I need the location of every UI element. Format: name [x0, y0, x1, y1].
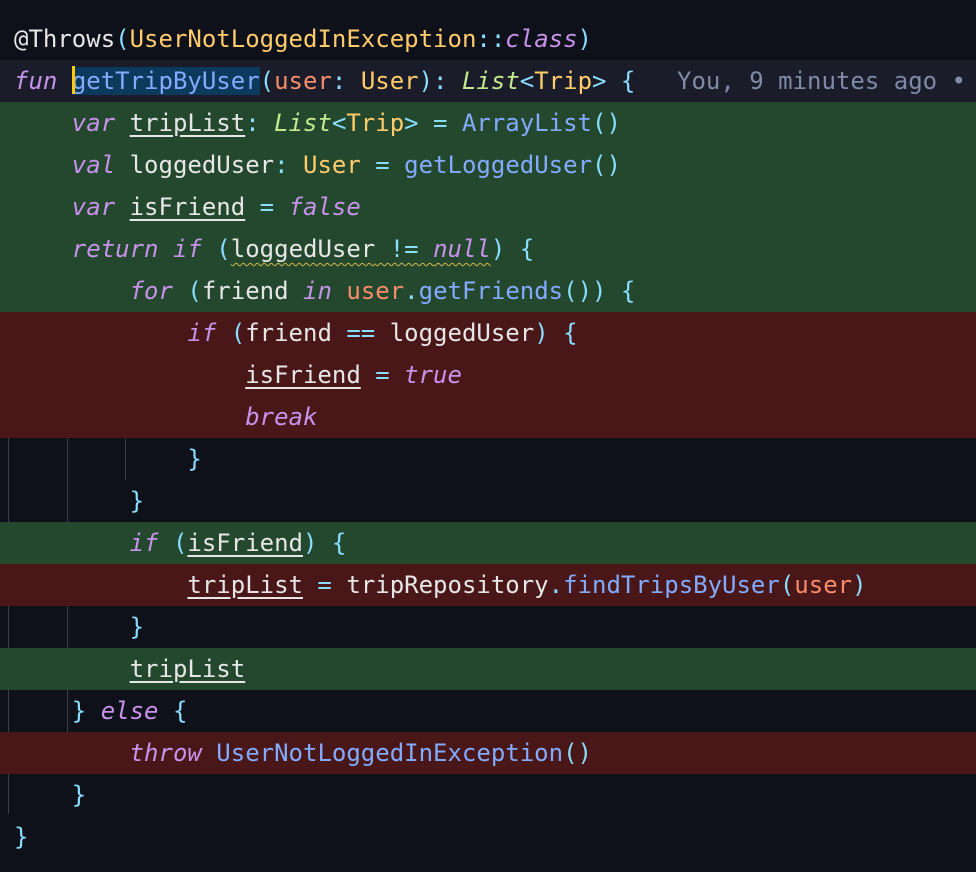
git-blame-annotation[interactable]: You, 9 minutes ago • [677, 60, 966, 102]
throw-keyword: throw [129, 739, 202, 767]
null-keyword: null [433, 235, 491, 263]
else-keyword: else [100, 697, 159, 725]
function-call: getLoggedUser [404, 151, 593, 179]
break-keyword: break [245, 403, 318, 431]
code-line-current[interactable]: fun getTripByUser(user: User): List<Trip… [0, 60, 976, 102]
annotation-token: @Throws [14, 25, 116, 53]
variable-token: tripList [129, 109, 246, 137]
variable-token: isFriend [187, 529, 303, 557]
if-keyword: if [172, 235, 202, 263]
code-line[interactable]: } else { [0, 690, 976, 732]
function-call: findTripsByUser [563, 571, 780, 599]
variable-token: isFriend [129, 193, 246, 221]
type-token: List [461, 67, 520, 95]
code-line[interactable]: var isFriend = false [0, 186, 976, 228]
code-line[interactable]: throw UserNotLoggedInException() [0, 732, 976, 774]
code-line[interactable]: return if (loggedUser != null) { [0, 228, 976, 270]
code-line[interactable]: tripList [0, 648, 976, 690]
false-keyword: false [288, 193, 361, 221]
variable-token: isFriend [245, 361, 361, 389]
fun-keyword: fun [14, 67, 58, 95]
variable-token: loggedUser [230, 235, 376, 263]
val-keyword: val [71, 151, 116, 179]
var-keyword: var [71, 109, 116, 137]
if-keyword: if [129, 529, 159, 557]
variable-token: tripRepository [346, 571, 549, 599]
code-line[interactable]: } [0, 438, 976, 480]
function-call: ArrayList [461, 109, 592, 137]
code-line[interactable]: var tripList: List<Trip> = ArrayList() [0, 102, 976, 144]
param-token: user [346, 277, 405, 305]
code-line[interactable]: } [0, 480, 976, 522]
code-line[interactable]: break [0, 396, 976, 438]
code-editor[interactable]: @Throws(UserNotLoggedInException::class)… [0, 0, 976, 872]
type-token: User [360, 67, 419, 95]
function-call: UserNotLoggedInException [216, 739, 564, 767]
class-keyword: class [505, 25, 578, 53]
function-name[interactable]: getTripByUser [71, 67, 260, 95]
code-line[interactable]: val loggedUser: User = getLoggedUser() [0, 144, 976, 186]
variable-token: friend [245, 319, 332, 347]
variable-token: friend [201, 277, 289, 305]
code-line[interactable]: if (isFriend) { [0, 522, 976, 564]
true-keyword: true [404, 361, 462, 389]
code-line[interactable]: } [0, 606, 976, 648]
in-keyword: in [303, 277, 332, 305]
function-call: getFriends [418, 277, 564, 305]
param-token: user [794, 571, 853, 599]
variable-token: tripList [187, 571, 303, 599]
code-line[interactable]: if (friend == loggedUser) { [0, 312, 976, 354]
param-token: user [274, 67, 332, 95]
code-line[interactable]: for (friend in user.getFriends()) { [0, 270, 976, 312]
variable-token: loggedUser [389, 319, 535, 347]
for-keyword: for [129, 277, 173, 305]
type-token: Trip [534, 67, 593, 95]
var-keyword: var [71, 193, 116, 221]
code-line[interactable]: } [0, 774, 976, 816]
text-cursor [71, 66, 75, 94]
type-token: User [303, 151, 361, 179]
type-token: List [274, 109, 332, 137]
class-token: UserNotLoggedInException [129, 25, 477, 53]
code-line[interactable]: @Throws(UserNotLoggedInException::class) [0, 18, 976, 60]
return-keyword: return [71, 235, 159, 263]
if-keyword: if [187, 319, 217, 347]
type-token: Trip [346, 109, 405, 137]
code-line[interactable]: tripList = tripRepository.findTripsByUse… [0, 564, 976, 606]
variable-token: loggedUser [129, 151, 275, 179]
variable-token: tripList [129, 655, 246, 683]
code-line[interactable]: } [0, 816, 976, 858]
code-line[interactable]: isFriend = true [0, 354, 976, 396]
